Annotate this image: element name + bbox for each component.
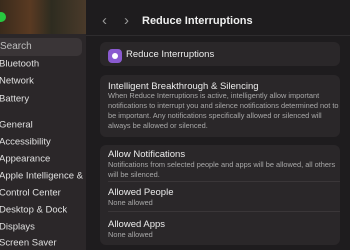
allow-notifications-card: Allow Notifications Notifications from s…: [100, 145, 340, 245]
sidebar-item-general[interactable]: General: [0, 119, 33, 133]
sidebar-item-accessibility[interactable]: Accessibility: [0, 136, 51, 150]
sidebar-item-network[interactable]: Network: [0, 75, 34, 89]
breakthrough-description: When Reduce Interruptions is active, int…: [108, 91, 339, 130]
breakthrough-card[interactable]: Intelligent Breakthrough & Silencing Whe…: [100, 75, 340, 137]
sidebar-item-appearance[interactable]: Appearance: [0, 153, 50, 167]
allow-notifications-title: Allow Notifications: [108, 149, 186, 160]
main-pane: ‹ › Reduce Interruptions Reduce Interrup…: [86, 0, 350, 250]
row-divider: [108, 211, 340, 212]
sidebar-item-bluetooth[interactable]: Bluetooth: [0, 58, 39, 72]
toolbar: ‹ › Reduce Interruptions: [86, 0, 350, 44]
sidebar-wallpaper: [0, 0, 86, 34]
chevron-left-icon[interactable]: ‹: [102, 12, 107, 29]
sidebar-item-control-center[interactable]: Control Center: [0, 187, 61, 201]
search-field[interactable]: Search: [0, 38, 82, 56]
focus-card-label: Reduce Interruptions: [126, 49, 215, 60]
header-divider: [86, 35, 350, 36]
focus-icon: [108, 49, 122, 63]
focus-card[interactable]: Reduce Interruptions: [100, 42, 340, 66]
chevron-right-icon[interactable]: ›: [124, 12, 129, 29]
allowed-people-title[interactable]: Allowed People: [108, 187, 174, 198]
allowed-people-value: None allowed: [108, 198, 153, 207]
row-divider: [108, 181, 340, 182]
sidebar-item-apple-intelligence[interactable]: Apple Intelligence & Siri: [0, 170, 86, 184]
sidebar-item-battery[interactable]: Battery: [0, 93, 29, 107]
sidebar-item-displays[interactable]: Displays: [0, 221, 35, 235]
allow-notifications-description: Notifications from selected people and a…: [108, 160, 336, 179]
sidebar-item-desktop-dock[interactable]: Desktop & Dock: [0, 204, 67, 218]
allowed-apps-title[interactable]: Allowed Apps: [108, 219, 165, 230]
sidebar-item-screen-saver[interactable]: Screen Saver: [0, 237, 57, 250]
allowed-apps-value: None allowed: [108, 230, 153, 239]
search-placeholder: Search: [0, 41, 32, 52]
sidebar: Search Bluetooth Network Battery General…: [0, 0, 86, 250]
page-title: Reduce Interruptions: [142, 15, 253, 27]
